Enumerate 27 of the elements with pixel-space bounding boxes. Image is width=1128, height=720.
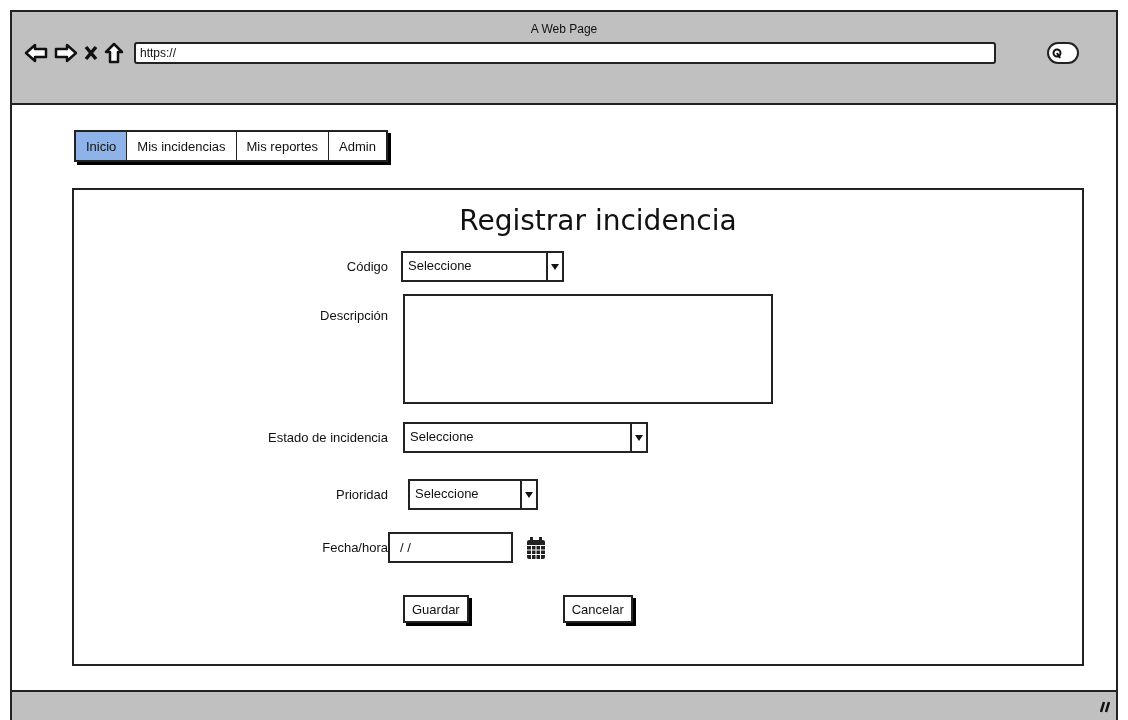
field-label: Código: [345, 259, 388, 274]
close-icon[interactable]: [84, 45, 98, 61]
field-label: Prioridad: [334, 487, 388, 502]
caret-icon: [635, 434, 643, 441]
search-icon: [1052, 47, 1063, 59]
text-area[interactable]: [403, 294, 773, 404]
url-field[interactable]: https://: [134, 42, 996, 64]
home-icon[interactable]: [104, 42, 124, 64]
field-label: Descripción: [319, 307, 388, 323]
cancel-button[interactable]: Cancelar: [562, 595, 633, 623]
dropdown[interactable]: Seleccione: [408, 479, 538, 510]
field-label: Fecha/hora: [321, 540, 388, 555]
date-field[interactable]: / /: [388, 532, 513, 563]
calendar-icon[interactable]: [527, 536, 545, 559]
dropdown[interactable]: Seleccione: [401, 251, 564, 282]
back-arrow-icon[interactable]: [24, 43, 48, 63]
window-title: A Web Page: [530, 22, 598, 36]
dropdown[interactable]: Seleccione: [403, 422, 648, 453]
caret-icon: [551, 263, 559, 270]
forward-arrow-icon[interactable]: [54, 43, 78, 63]
form-title: Registrar incidencia: [458, 204, 738, 237]
caret-icon: [525, 491, 533, 498]
save-button[interactable]: Guardar: [403, 595, 469, 623]
field-label: Estado de incidencia: [267, 430, 388, 445]
resize-grip-icon[interactable]: [1100, 701, 1110, 713]
search-field[interactable]: [1047, 42, 1079, 64]
nav-tab[interactable]: Inicio: [76, 132, 128, 160]
